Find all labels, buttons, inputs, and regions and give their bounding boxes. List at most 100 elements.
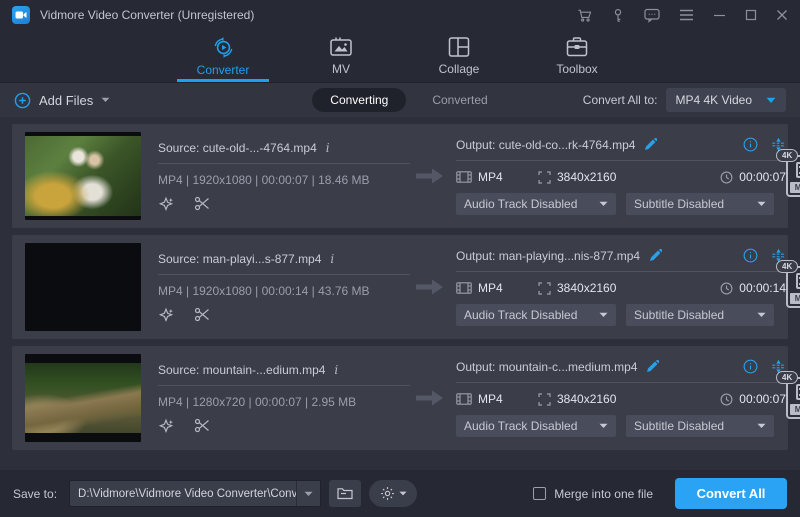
- audio-caret-icon: [599, 201, 608, 207]
- minimize-icon[interactable]: [713, 9, 726, 21]
- file-row[interactable]: Source: mountain-...edium.mp4 i MP4 | 12…: [12, 346, 800, 450]
- tab-mv[interactable]: MV: [295, 30, 387, 82]
- audio-track-dropdown[interactable]: Audio Track Disabled: [456, 193, 616, 215]
- settings-caret-icon: [398, 491, 407, 496]
- mv-icon: [329, 36, 353, 58]
- merge-label: Merge into one file: [554, 486, 653, 501]
- rename-pencil-icon[interactable]: [646, 360, 660, 373]
- source-name: Source: man-playi...s-877.mp4: [158, 251, 322, 266]
- video-thumbnail: [25, 132, 141, 220]
- main-nav: Converter MV Collage Toolbox: [0, 30, 800, 82]
- converted-tab[interactable]: Converted: [432, 93, 487, 107]
- cut-scissors-icon[interactable]: [194, 196, 211, 212]
- rename-pencil-icon[interactable]: [649, 249, 663, 262]
- merge-into-one-file-option[interactable]: Merge into one file: [533, 487, 653, 501]
- audio-caret-icon: [599, 312, 608, 318]
- output-duration: 00:00:07: [739, 392, 786, 406]
- tab-toolbox-label: Toolbox: [556, 62, 598, 76]
- subtitle-dropdown[interactable]: Subtitle Disabled: [626, 415, 774, 437]
- merge-checkbox[interactable]: [533, 487, 547, 500]
- toolbar: Add Files Converting Converted Convert A…: [0, 82, 800, 117]
- output-format: MP4: [478, 170, 503, 184]
- add-files-label: Add Files: [39, 92, 94, 108]
- subtitle-caret-icon: [757, 312, 766, 318]
- subtitle-caret-icon: [757, 201, 766, 207]
- audio-track-value: Audio Track Disabled: [464, 419, 578, 433]
- source-meta: MP4 | 1280x720 | 00:00:07 | 2.95 MB: [158, 394, 357, 409]
- convert-all-to-select[interactable]: MP4 4K Video: [665, 88, 786, 112]
- subtitle-value: Subtitle Disabled: [634, 419, 725, 433]
- converting-tab[interactable]: Converting: [312, 88, 407, 112]
- save-path-value: D:\Vidmore\Vidmore Video Converter\Conve…: [78, 487, 297, 500]
- format-filmstrip-icon: [796, 162, 800, 178]
- output-name: Output: cute-old-co...rk-4764.mp4: [456, 137, 636, 152]
- output-format-icon[interactable]: 4K MP4: [776, 371, 800, 419]
- app-logo-icon: [12, 6, 30, 24]
- edit-effects-icon[interactable]: [158, 307, 174, 323]
- convert-all-to-caret-icon: [766, 97, 776, 104]
- rename-pencil-icon[interactable]: [644, 138, 658, 151]
- tab-collage[interactable]: Collage: [413, 30, 505, 82]
- toolbox-icon: [565, 36, 589, 58]
- audio-caret-icon: [599, 423, 608, 429]
- add-files-caret-icon: [101, 97, 110, 103]
- add-files-button[interactable]: Add Files: [14, 92, 110, 109]
- close-icon[interactable]: [776, 9, 788, 21]
- cut-scissors-icon[interactable]: [194, 307, 211, 323]
- source-info-icon[interactable]: i: [334, 363, 338, 377]
- window-title: Vidmore Video Converter (Unregistered): [40, 8, 255, 22]
- subtitle-dropdown[interactable]: Subtitle Disabled: [626, 304, 774, 326]
- tab-converter[interactable]: Converter: [177, 30, 269, 82]
- cart-icon[interactable]: [577, 8, 592, 23]
- output-name: Output: man-playing...nis-877.mp4: [456, 248, 641, 263]
- format-icon-label: MP4: [790, 293, 800, 304]
- source-block: Source: mountain-...edium.mp4 i MP4 | 12…: [158, 363, 410, 434]
- edit-effects-icon[interactable]: [158, 196, 174, 212]
- save-to-label: Save to:: [13, 486, 58, 501]
- convert-all-to-label: Convert All to:: [582, 93, 658, 107]
- source-info-icon[interactable]: i: [330, 252, 334, 266]
- save-path-caret-icon[interactable]: [296, 481, 320, 506]
- titlebar: Vidmore Video Converter (Unregistered): [0, 0, 800, 30]
- output-format-icon[interactable]: 4K MP4: [776, 260, 800, 308]
- add-plus-icon: [14, 92, 31, 109]
- folder-icon: [337, 487, 353, 500]
- output-block: Output: mountain-c...medium.mp4 MP4 3840…: [456, 359, 786, 437]
- app-window: Vidmore Video Converter (Unregistered) C…: [0, 0, 800, 517]
- output-info-icon[interactable]: [743, 137, 758, 152]
- menu-icon[interactable]: [679, 9, 694, 21]
- settings-button[interactable]: [369, 480, 418, 507]
- feedback-icon[interactable]: [644, 8, 660, 23]
- subtitle-dropdown[interactable]: Subtitle Disabled: [626, 193, 774, 215]
- maximize-icon[interactable]: [745, 9, 757, 21]
- audio-track-dropdown[interactable]: Audio Track Disabled: [456, 304, 616, 326]
- output-block: Output: cute-old-co...rk-4764.mp4 MP4 38…: [456, 137, 786, 215]
- output-resolution: 3840x2160: [557, 281, 617, 295]
- output-info-icon[interactable]: [743, 248, 758, 263]
- output-info-icon[interactable]: [743, 359, 758, 374]
- open-folder-button[interactable]: [329, 480, 362, 507]
- audio-track-value: Audio Track Disabled: [464, 308, 578, 322]
- output-block: Output: man-playing...nis-877.mp4 MP4 38…: [456, 248, 786, 326]
- format-film-icon: [456, 282, 472, 294]
- cut-scissors-icon[interactable]: [194, 418, 211, 434]
- save-path-select[interactable]: D:\Vidmore\Vidmore Video Converter\Conve…: [69, 480, 322, 507]
- tab-mv-label: MV: [332, 62, 350, 76]
- output-format-icon[interactable]: 4K MP4: [776, 149, 800, 197]
- bottom-bar: Save to: D:\Vidmore\Vidmore Video Conver…: [0, 470, 800, 517]
- register-key-icon[interactable]: [611, 8, 625, 23]
- video-thumbnail: [25, 243, 141, 331]
- file-row[interactable]: Source: cute-old-...-4764.mp4 i MP4 | 19…: [12, 124, 800, 228]
- video-thumbnail: [25, 354, 141, 442]
- file-list: Source: cute-old-...-4764.mp4 i MP4 | 19…: [0, 117, 800, 470]
- format-4k-badge: 4K: [776, 149, 799, 162]
- convert-all-button[interactable]: Convert All: [675, 478, 787, 509]
- source-meta: MP4 | 1920x1080 | 00:00:07 | 18.46 MB: [158, 172, 370, 187]
- format-icon-label: MP4: [790, 404, 800, 415]
- audio-track-dropdown[interactable]: Audio Track Disabled: [456, 415, 616, 437]
- tab-toolbox[interactable]: Toolbox: [531, 30, 623, 82]
- source-info-icon[interactable]: i: [326, 141, 330, 155]
- output-resolution: 3840x2160: [557, 170, 617, 184]
- file-row[interactable]: Source: man-playi...s-877.mp4 i MP4 | 19…: [12, 235, 800, 339]
- edit-effects-icon[interactable]: [158, 418, 174, 434]
